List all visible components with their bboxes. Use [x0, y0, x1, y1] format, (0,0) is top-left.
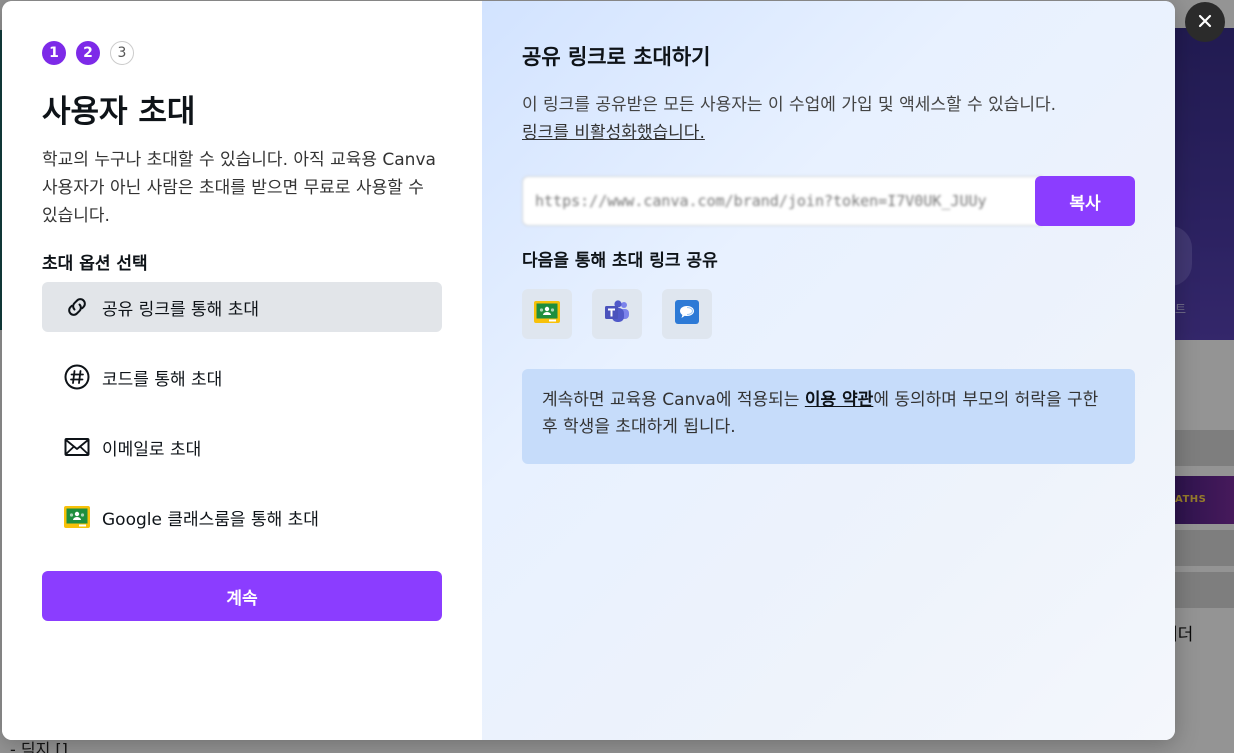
- share-remind-button[interactable]: [662, 289, 712, 339]
- hashtag-icon: [62, 362, 92, 392]
- option-label: 이메일로 초대: [102, 439, 202, 460]
- option-invite-via-google-classroom[interactable]: Google 클래스룸을 통해 초대: [42, 492, 442, 542]
- dialog-title: 사용자 초대: [42, 94, 196, 130]
- envelope-icon: [62, 432, 92, 462]
- step-2: 2: [76, 41, 100, 65]
- close-icon: [1197, 13, 1213, 32]
- dialog-right-panel: 공유 링크로 초대하기 이 링크를 공유받은 모든 사용자는 이 수업에 가입 …: [482, 1, 1175, 740]
- share-link-description: 이 링크를 공유받은 모든 사용자는 이 수업에 가입 및 액세스할 수 있습니…: [522, 91, 1122, 147]
- copy-button[interactable]: 복사: [1035, 176, 1135, 226]
- step-3: 3: [110, 41, 134, 65]
- terms-notice-text-before: 계속하면 교육용 Canva에 적용되는: [542, 390, 805, 410]
- terms-of-use-link[interactable]: 이용 약관: [805, 390, 873, 410]
- option-label: 코드를 통해 초대: [102, 369, 223, 390]
- share-targets: [522, 289, 712, 339]
- option-label: 공유 링크를 통해 초대: [102, 299, 259, 320]
- share-link-description-text: 이 링크를 공유받은 모든 사용자는 이 수업에 가입 및 액세스할 수 있습니…: [522, 95, 1057, 115]
- disable-link[interactable]: 링크를 비활성화했습니다.: [522, 123, 705, 143]
- invite-link-input[interactable]: [522, 176, 1042, 226]
- invite-options-heading: 초대 옵션 선택: [42, 254, 148, 274]
- continue-button[interactable]: 계속: [42, 571, 442, 621]
- microsoft-teams-icon: [603, 299, 631, 329]
- remind-icon: [675, 300, 699, 328]
- share-via-heading: 다음을 통해 초대 링크 공유: [522, 251, 718, 271]
- option-invite-via-link[interactable]: 공유 링크를 통해 초대: [42, 282, 442, 332]
- step-indicator: 1 2 3: [42, 41, 134, 65]
- option-invite-via-code[interactable]: 코드를 통해 초대: [42, 352, 442, 402]
- google-classroom-icon: [534, 301, 560, 327]
- dialog-left-panel: 1 2 3 사용자 초대 학교의 누구나 초대할 수 있습니다. 아직 교육용 …: [2, 1, 482, 740]
- share-microsoft-teams-button[interactable]: [592, 289, 642, 339]
- step-1: 1: [42, 41, 66, 65]
- dialog-description: 학교의 누구나 초대할 수 있습니다. 아직 교육용 Canva 사용자가 아닌…: [42, 150, 436, 226]
- option-invite-via-email[interactable]: 이메일로 초대: [42, 422, 442, 472]
- option-label: Google 클래스룸을 통해 초대: [102, 509, 319, 530]
- terms-notice: 계속하면 교육용 Canva에 적용되는 이용 약관에 동의하며 부모의 허락을…: [522, 369, 1135, 464]
- close-dialog-button[interactable]: [1185, 2, 1225, 42]
- invite-users-dialog: 1 2 3 사용자 초대 학교의 누구나 초대할 수 있습니다. 아직 교육용 …: [2, 1, 1175, 740]
- share-google-classroom-button[interactable]: [522, 289, 572, 339]
- share-link-title: 공유 링크로 초대하기: [522, 45, 711, 69]
- google-classroom-icon: [62, 502, 92, 532]
- link-icon: [62, 292, 92, 322]
